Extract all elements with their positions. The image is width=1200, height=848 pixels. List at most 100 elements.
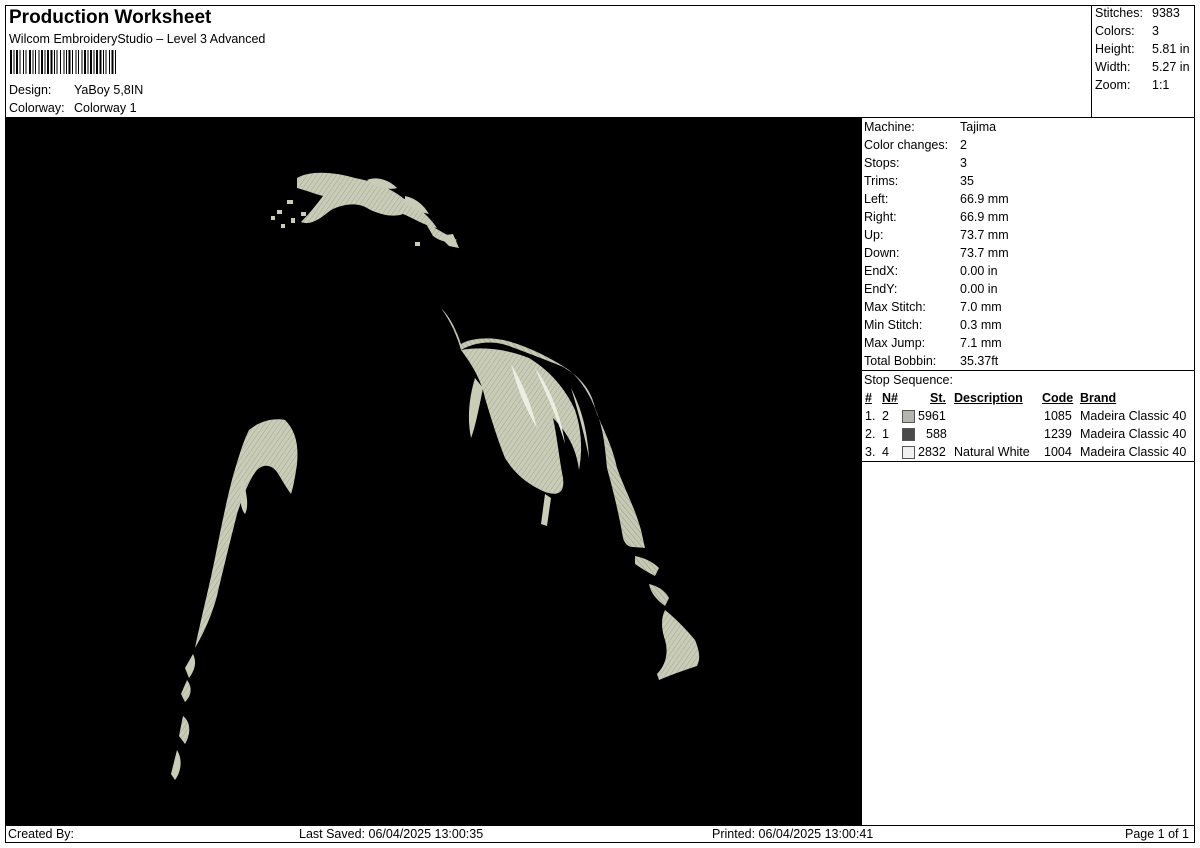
stat-row: Up: 73.7 mm	[864, 226, 1194, 244]
stat-row: Max Stitch: 7.0 mm	[864, 298, 1194, 316]
table-row: 3. 4 2832 Natural White 1004 Madeira Cla…	[862, 443, 1195, 461]
stat-label: Trims:	[864, 174, 899, 188]
summary-value: 5.81 in	[1152, 42, 1190, 56]
artwork-arm	[171, 419, 298, 780]
page-title: Production Worksheet	[9, 7, 212, 28]
stat-label: Max Jump:	[864, 336, 926, 350]
stat-label: EndX:	[864, 264, 899, 278]
stat-label: Stops:	[864, 156, 900, 170]
row-description: Natural White	[954, 445, 1030, 459]
stat-label: Machine:	[864, 120, 915, 134]
stat-value: 2	[960, 138, 967, 152]
artwork-head	[271, 172, 459, 248]
row-num: 3.	[865, 445, 876, 459]
table-row: 1. 2 5961 1085 Madeira Classic 40	[862, 407, 1195, 425]
summary-value: 3	[1152, 24, 1159, 38]
stat-row: Down: 73.7 mm	[864, 244, 1194, 262]
row-stitches: 2832	[918, 445, 946, 459]
section-divider	[862, 461, 1195, 462]
stat-value: 35.37ft	[960, 354, 999, 368]
stat-label: EndY:	[864, 282, 898, 296]
row-num: 2.	[865, 427, 876, 441]
summary-value: 1:1	[1152, 78, 1170, 92]
last-saved: Last Saved: 06/04/2025 13:00:35	[299, 827, 484, 841]
summary-label: Height:	[1095, 42, 1135, 56]
artwork-shoulder	[441, 308, 645, 548]
summary-label: Width:	[1095, 60, 1131, 74]
stat-row: Machine: Tajima	[864, 118, 1194, 136]
row-num: 1.	[865, 409, 876, 423]
stat-label: Total Bobbin:	[864, 354, 937, 368]
stat-value: 7.0 mm	[960, 300, 1002, 314]
stat-label: Color changes:	[864, 138, 949, 152]
col-header-code: Code	[1042, 391, 1074, 405]
stat-value: 0.00 in	[960, 264, 998, 278]
stop-sequence-title: Stop Sequence:	[864, 373, 953, 387]
summary-value: 5.27 in	[1152, 60, 1190, 74]
stat-value: 7.1 mm	[960, 336, 1002, 350]
design-summary: Stitches: 9383 Colors: 3 Height: 5.81 in…	[1092, 5, 1195, 118]
row-brand: Madeira Classic 40	[1080, 427, 1187, 441]
stat-label: Up:	[864, 228, 884, 242]
row-code: 1239	[1044, 427, 1072, 441]
stat-row: Max Jump: 7.1 mm	[864, 334, 1194, 352]
stat-label: Down:	[864, 246, 900, 260]
colorway-value: Colorway 1	[74, 101, 137, 115]
stat-row: Stops: 3	[864, 154, 1194, 172]
stat-row: Left: 66.9 mm	[864, 190, 1194, 208]
stat-label: Left:	[864, 192, 889, 206]
row-stitches: 5961	[918, 409, 946, 423]
stat-label: Max Stitch:	[864, 300, 926, 314]
page-number: Page 1 of 1	[1125, 827, 1189, 841]
stat-label: Min Stitch:	[864, 318, 923, 332]
row-brand: Madeira Classic 40	[1080, 409, 1187, 423]
summary-label: Colors:	[1095, 24, 1135, 38]
stat-value: 73.7 mm	[960, 246, 1009, 260]
stat-row: EndX: 0.00 in	[864, 262, 1194, 280]
row-code: 1004	[1044, 445, 1072, 459]
worksheet-footer: Created By: Last Saved: 06/04/2025 13:00…	[5, 825, 1195, 843]
design-label: Design:	[9, 83, 52, 97]
stat-row: Min Stitch: 0.3 mm	[864, 316, 1194, 334]
stat-value: 3	[960, 156, 967, 170]
created-by: Created By:	[8, 827, 75, 841]
row-code: 1085	[1044, 409, 1072, 423]
stat-value: 35	[960, 174, 974, 188]
design-preview	[5, 118, 861, 825]
col-header-stitches: St.	[930, 391, 946, 405]
row-needle: 2	[882, 409, 889, 423]
col-header-needle: N#	[882, 391, 898, 405]
stat-row: Color changes: 2	[864, 136, 1194, 154]
stat-value: 0.3 mm	[960, 318, 1002, 332]
stat-value: Tajima	[960, 120, 997, 134]
machine-panel: Machine: Tajima Color changes: 2 Stops: 3 T…	[861, 118, 1195, 825]
embroidery-artwork	[171, 172, 700, 780]
summary-value: 9383	[1152, 6, 1180, 20]
stat-label: Right:	[864, 210, 897, 224]
col-header-description: Description	[954, 391, 1023, 405]
row-needle: 1	[882, 427, 889, 441]
stat-row: EndY: 0.00 in	[864, 280, 1194, 298]
col-header-brand: Brand	[1080, 391, 1117, 405]
stat-value: 73.7 mm	[960, 228, 1009, 242]
stat-row: Right: 66.9 mm	[864, 208, 1194, 226]
summary-label: Zoom:	[1095, 78, 1131, 92]
stat-value: 66.9 mm	[960, 210, 1009, 224]
printed-date: Printed: 06/04/2025 13:00:41	[712, 827, 874, 841]
stat-value: 66.9 mm	[960, 192, 1009, 206]
table-row: 2. 1 588 1239 Madeira Classic 40	[862, 425, 1195, 443]
row-brand: Madeira Classic 40	[1080, 445, 1187, 459]
colorway-label: Colorway:	[9, 101, 65, 115]
color-swatch	[902, 446, 915, 459]
design-value: YaBoy 5,8IN	[74, 83, 144, 97]
color-swatch	[902, 410, 915, 423]
artwork-sleeve	[635, 556, 700, 680]
color-swatch	[902, 428, 915, 441]
software-name: Wilcom EmbroideryStudio – Level 3 Advanc…	[9, 32, 266, 46]
barcode-image	[10, 50, 116, 74]
col-header-num: #	[865, 391, 872, 405]
stat-row: Total Bobbin: 35.37ft	[864, 352, 1194, 370]
summary-label: Stitches:	[1095, 6, 1143, 20]
row-stitches: 588	[926, 427, 947, 441]
stat-row: Trims: 35	[864, 172, 1194, 190]
